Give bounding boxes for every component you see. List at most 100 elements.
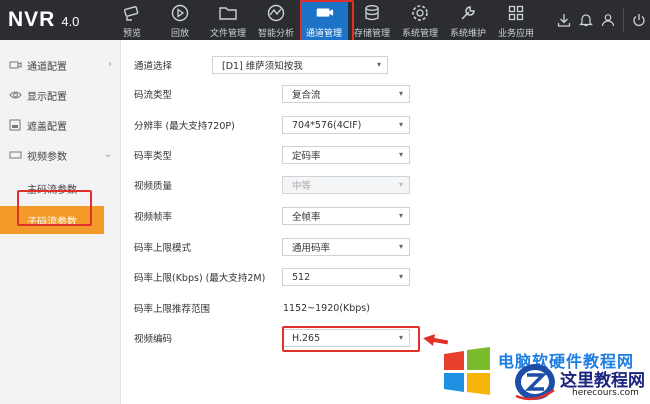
- form-row-video-codec: 视频编码: [134, 327, 284, 349]
- chevron-right-icon: ›: [108, 59, 112, 70]
- header-right-icons: [553, 0, 650, 40]
- database-icon: [362, 4, 382, 22]
- folder-icon: [218, 4, 238, 22]
- eye-icon: [8, 89, 22, 101]
- stream-type-select[interactable]: 复合流 ▾: [282, 85, 410, 103]
- nav-label: 预览: [122, 29, 141, 39]
- wrench-icon: [458, 4, 478, 22]
- nav-business-apps[interactable]: 业务应用: [492, 0, 540, 40]
- form-row-bitrate-type: 码率类型: [134, 144, 284, 166]
- bitrate-cap-select[interactable]: 512 ▾: [282, 268, 410, 286]
- sidebar-item-label: 显示配置: [27, 91, 67, 103]
- sidebar-subitem-label: 主码流参数: [27, 184, 77, 196]
- field-label: 分辨率 (最大支持720P): [134, 121, 235, 132]
- gear-icon: [410, 4, 430, 22]
- dropdown-arrow-icon: ▾: [398, 242, 403, 251]
- field-label: 码率上限模式: [134, 243, 192, 254]
- field-label: 码率上限推荐范围: [134, 304, 211, 315]
- sidebar-item-mask-config[interactable]: 遮盖配置: [0, 110, 120, 140]
- bitrate-cap-mode-select[interactable]: 通用码率 ▾: [282, 238, 410, 256]
- frame-rate-select[interactable]: 全帧率 ▾: [282, 207, 410, 225]
- dropdown-arrow-icon: ▾: [398, 120, 403, 129]
- form-row-bitrate-cap: 码率上限(Kbps) (最大支持2M): [134, 266, 294, 288]
- select-value: 通用码率: [292, 243, 331, 254]
- nav-channel-management[interactable]: 通道管理: [300, 0, 354, 42]
- top-navigation-bar: NVR 4.0 预览 回放 文件管理 智能分析 通道管理 存储管理 系统管理 系…: [0, 0, 650, 42]
- select-value: 复合流: [292, 90, 321, 101]
- dropdown-arrow-icon: ▾: [398, 150, 403, 159]
- nav-preview[interactable]: 预览: [108, 0, 156, 40]
- dropdown-arrow-icon: ▾: [398, 211, 403, 220]
- field-label: 码率上限(Kbps) (最大支持2M): [134, 273, 266, 284]
- dropdown-arrow-icon: ▾: [398, 180, 403, 189]
- brand-name: NVR: [8, 8, 56, 31]
- analytics-icon: [266, 4, 286, 22]
- sidebar-item-label: 遮盖配置: [27, 121, 67, 133]
- camera-icon: [122, 4, 142, 22]
- sidebar-item-channel-config[interactable]: 通道配置 ›: [0, 50, 120, 80]
- nav-label: 回放: [170, 29, 189, 39]
- watermark-logo-icon: [515, 364, 555, 401]
- power-icon[interactable]: [628, 0, 650, 40]
- select-value: 中等: [292, 181, 312, 192]
- sidebar-item-display-config[interactable]: 显示配置: [0, 80, 120, 110]
- download-icon[interactable]: [553, 0, 575, 40]
- user-icon[interactable]: [597, 0, 619, 40]
- sidebar-item-label: 通道配置: [27, 61, 67, 73]
- watermark-url: herecours.com: [572, 388, 639, 398]
- sidebar-item-video-params[interactable]: 视频参数 ⌄: [0, 140, 120, 170]
- dropdown-arrow-icon: ▾: [398, 272, 403, 281]
- field-label: 视频质量: [134, 181, 173, 192]
- channel-config-icon: [8, 59, 22, 71]
- nav-smart-analysis[interactable]: 智能分析: [252, 0, 300, 40]
- field-label: 视频帧率: [134, 212, 173, 223]
- sidebar-subitem-main-stream[interactable]: 主码流参数: [0, 174, 120, 202]
- grid-icon: [506, 4, 526, 22]
- sidebar: 通道配置 › 显示配置 遮盖配置 视频参数 ⌄ 主码流参数 子码流参数: [0, 40, 121, 404]
- select-value: 全帧率: [292, 212, 321, 223]
- sidebar-subitem-label: 子码流参数: [27, 216, 77, 228]
- bitrate-type-select[interactable]: 定码率 ▾: [282, 146, 410, 164]
- form-row-bitrate-recommend: 码率上限推荐范围: [134, 297, 284, 319]
- chevron-down-icon: ⌄: [103, 149, 112, 160]
- nav-label: 文件管理: [209, 29, 246, 39]
- bitrate-recommend-value: 1152~1920(Kbps): [283, 303, 370, 314]
- nav-storage-management[interactable]: 存储管理: [348, 0, 396, 40]
- sidebar-item-label: 视频参数: [27, 151, 67, 163]
- form-row-resolution: 分辨率 (最大支持720P): [134, 114, 284, 136]
- field-label: 码流类型: [134, 90, 173, 101]
- nav-label: 系统管理: [401, 29, 438, 39]
- nav-playback[interactable]: 回放: [156, 0, 204, 40]
- windows-logo-watermark: [444, 347, 490, 395]
- select-value: [D1] 维萨须知按我: [222, 61, 303, 72]
- form-row-frame-rate: 视频帧率: [134, 205, 284, 227]
- video-icon: [8, 149, 22, 161]
- field-label: 码率类型: [134, 151, 173, 162]
- form-row-video-quality: 视频质量: [134, 174, 284, 196]
- resolution-select[interactable]: 704*576(4CIF) ▾: [282, 116, 410, 134]
- bell-icon[interactable]: [575, 0, 597, 40]
- nav-file-management[interactable]: 文件管理: [204, 0, 252, 40]
- nav-label: 智能分析: [257, 29, 294, 39]
- nav-system-maintenance[interactable]: 系统维护: [444, 0, 492, 40]
- brand-logo: NVR 4.0: [8, 8, 79, 32]
- nav-system-management[interactable]: 系统管理: [396, 0, 444, 40]
- nav-label: 业务应用: [497, 29, 534, 39]
- dropdown-arrow-icon: ▾: [398, 89, 403, 98]
- header-divider: [623, 8, 624, 32]
- nav-label: 通道管理: [305, 29, 342, 39]
- channel-select[interactable]: [D1] 维萨须知按我 ▾: [212, 56, 388, 74]
- sidebar-subitem-sub-stream[interactable]: 子码流参数: [0, 206, 104, 234]
- select-value: H.265: [292, 332, 321, 344]
- dropdown-arrow-icon: ▾: [376, 60, 381, 69]
- playback-icon: [170, 4, 190, 22]
- nav-label: 存储管理: [353, 29, 390, 39]
- nav-label: 系统维护: [449, 29, 486, 39]
- field-label: 视频编码: [134, 334, 173, 345]
- brand-version: 4.0: [61, 14, 80, 29]
- select-value: 512: [292, 271, 311, 283]
- video-codec-select[interactable]: H.265 ▾: [282, 329, 410, 347]
- mask-icon: [8, 119, 22, 131]
- form-row-bitrate-cap-mode: 码率上限模式: [134, 236, 284, 258]
- channel-camera-icon: [314, 4, 334, 22]
